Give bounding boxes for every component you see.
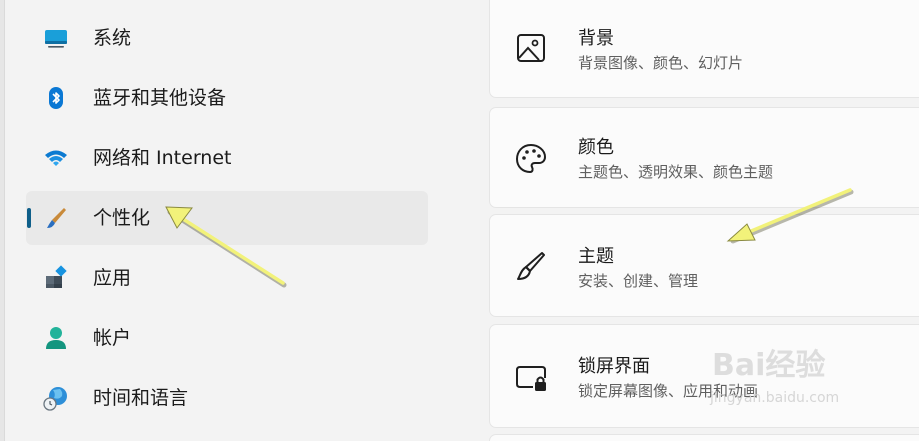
watermark-brand: Bai经验 — [712, 348, 826, 383]
card-title: 锁屏界面 — [578, 356, 650, 377]
themes-card[interactable]: 主题 安装、创建、管理 — [489, 214, 919, 317]
sidebar-item-label: 个性化 — [93, 207, 151, 229]
sidebar-item-label: 系统 — [93, 27, 132, 49]
sidebar-item-label: 帐户 — [93, 327, 132, 349]
bluetooth-icon — [49, 87, 63, 109]
selection-indicator — [27, 208, 31, 228]
sidebar-item-personalization[interactable]: 个性化 — [26, 191, 428, 245]
card-subtitle: 主题色、透明效果、颜色主题 — [578, 163, 774, 181]
brush-icon — [517, 252, 545, 280]
time-language-icon — [43, 387, 67, 411]
watermark-url: jingyan.baidu.com — [710, 390, 840, 406]
wifi-icon — [45, 150, 67, 166]
palette-icon — [515, 143, 547, 174]
sidebar-item-label: 蓝牙和其他设备 — [93, 87, 227, 109]
sidebar-item-label: 时间和语言 — [93, 387, 189, 409]
sidebar-item-accounts[interactable]: 帐户 — [26, 311, 428, 365]
sidebar-item-label: 网络和 Internet — [93, 147, 232, 169]
lock-screen-icon — [516, 366, 546, 391]
card-subtitle: 背景图像、颜色、幻灯片 — [578, 54, 744, 72]
card-subtitle: 安装、创建、管理 — [578, 272, 699, 290]
window-edge — [0, 0, 5, 441]
watermark: Bai经验 jingyan.baidu.com — [706, 340, 906, 440]
sidebar-item-apps[interactable]: 应用 — [26, 251, 428, 305]
account-icon — [46, 327, 66, 349]
apps-icon — [46, 265, 67, 288]
card-title: 颜色 — [578, 137, 614, 158]
system-monitor-icon — [45, 30, 67, 48]
sidebar-item-system[interactable]: 系统 — [26, 11, 428, 65]
paintbrush-icon — [47, 208, 66, 228]
card-title: 背景 — [578, 28, 614, 49]
settings-window: 系统 蓝牙和其他设备 网络和 Internet 个性化 应用 帐户 时间和语言 … — [0, 0, 919, 441]
colors-card[interactable]: 颜色 主题色、透明效果、颜色主题 — [489, 107, 919, 208]
sidebar-item-network[interactable]: 网络和 Internet — [26, 131, 428, 185]
card-title: 主题 — [578, 246, 614, 267]
sidebar-item-bluetooth[interactable]: 蓝牙和其他设备 — [26, 71, 428, 125]
sidebar-item-time-language[interactable]: 时间和语言 — [26, 371, 428, 425]
image-icon — [517, 34, 545, 62]
sidebar-item-label: 应用 — [93, 267, 132, 289]
background-card[interactable]: 背景 背景图像、颜色、幻灯片 — [489, 0, 919, 98]
